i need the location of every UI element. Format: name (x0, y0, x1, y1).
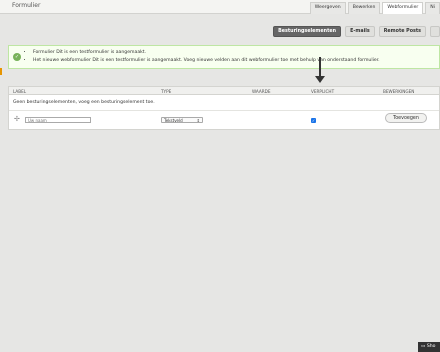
secondary-tabs: Besturingselementen E-mails Remote Posts (269, 26, 440, 37)
column-header-operations: Bewerkingen (383, 89, 415, 94)
tab-bewerken[interactable]: Bewerken (347, 2, 381, 14)
add-button[interactable]: Toevoegen (385, 113, 427, 123)
subtab-emails[interactable]: E-mails (345, 26, 375, 37)
tab-weergeven[interactable]: Weergeven (309, 2, 346, 14)
chat-icon: ▭ (421, 344, 426, 349)
left-accent-marker (0, 68, 2, 75)
column-header-required: Verplicht (311, 89, 335, 94)
checkmark-icon: ✓ (13, 53, 21, 61)
drag-handle-icon[interactable]: ✢ (14, 116, 20, 123)
empty-table-text: Geen besturingselementen, voeg een bestu… (13, 100, 155, 105)
new-label-input[interactable] (25, 117, 91, 123)
type-select-value: Tekstveld (164, 118, 183, 123)
required-checkbox[interactable]: ✓ (311, 118, 316, 123)
column-header-label: Label (13, 89, 27, 94)
subtab-remote-posts[interactable]: Remote Posts (378, 26, 426, 37)
annotation-arrow-shaft (319, 57, 321, 77)
components-table: Label Type Waarde Verplicht Bewerkingen … (8, 86, 440, 130)
column-header-type: Type (161, 89, 172, 94)
page-title: Formulier (12, 2, 41, 9)
type-select[interactable]: Tekstveld ⇕ (161, 117, 203, 123)
table-header: Label Type Waarde Verplicht Bewerkingen (9, 87, 439, 95)
status-messages: ✓ Formulier Dit is een testformulier is … (8, 45, 440, 69)
column-header-value: Waarde (252, 89, 271, 94)
primary-tabs: Weergeven Bewerken Webformulier Ni (308, 2, 440, 14)
annotation-arrow-icon (315, 76, 325, 83)
select-arrows-icon: ⇕ (196, 118, 200, 123)
top-bar: Formulier Weergeven Bewerken Webformulie… (0, 0, 440, 14)
tab-webformulier[interactable]: Webformulier (382, 2, 424, 14)
row-divider (9, 110, 439, 111)
message-item: Het nieuwe webformulier Dit is een testf… (33, 58, 380, 63)
help-label: Sho (426, 344, 436, 349)
subtab-besturingselementen[interactable]: Besturingselementen (273, 26, 342, 37)
tab-more[interactable]: Ni (425, 2, 440, 14)
message-item: Formulier Dit is een testformulier is aa… (33, 50, 380, 55)
help-button[interactable]: ▭ Sho (418, 342, 440, 352)
subtab-more[interactable] (430, 26, 440, 37)
